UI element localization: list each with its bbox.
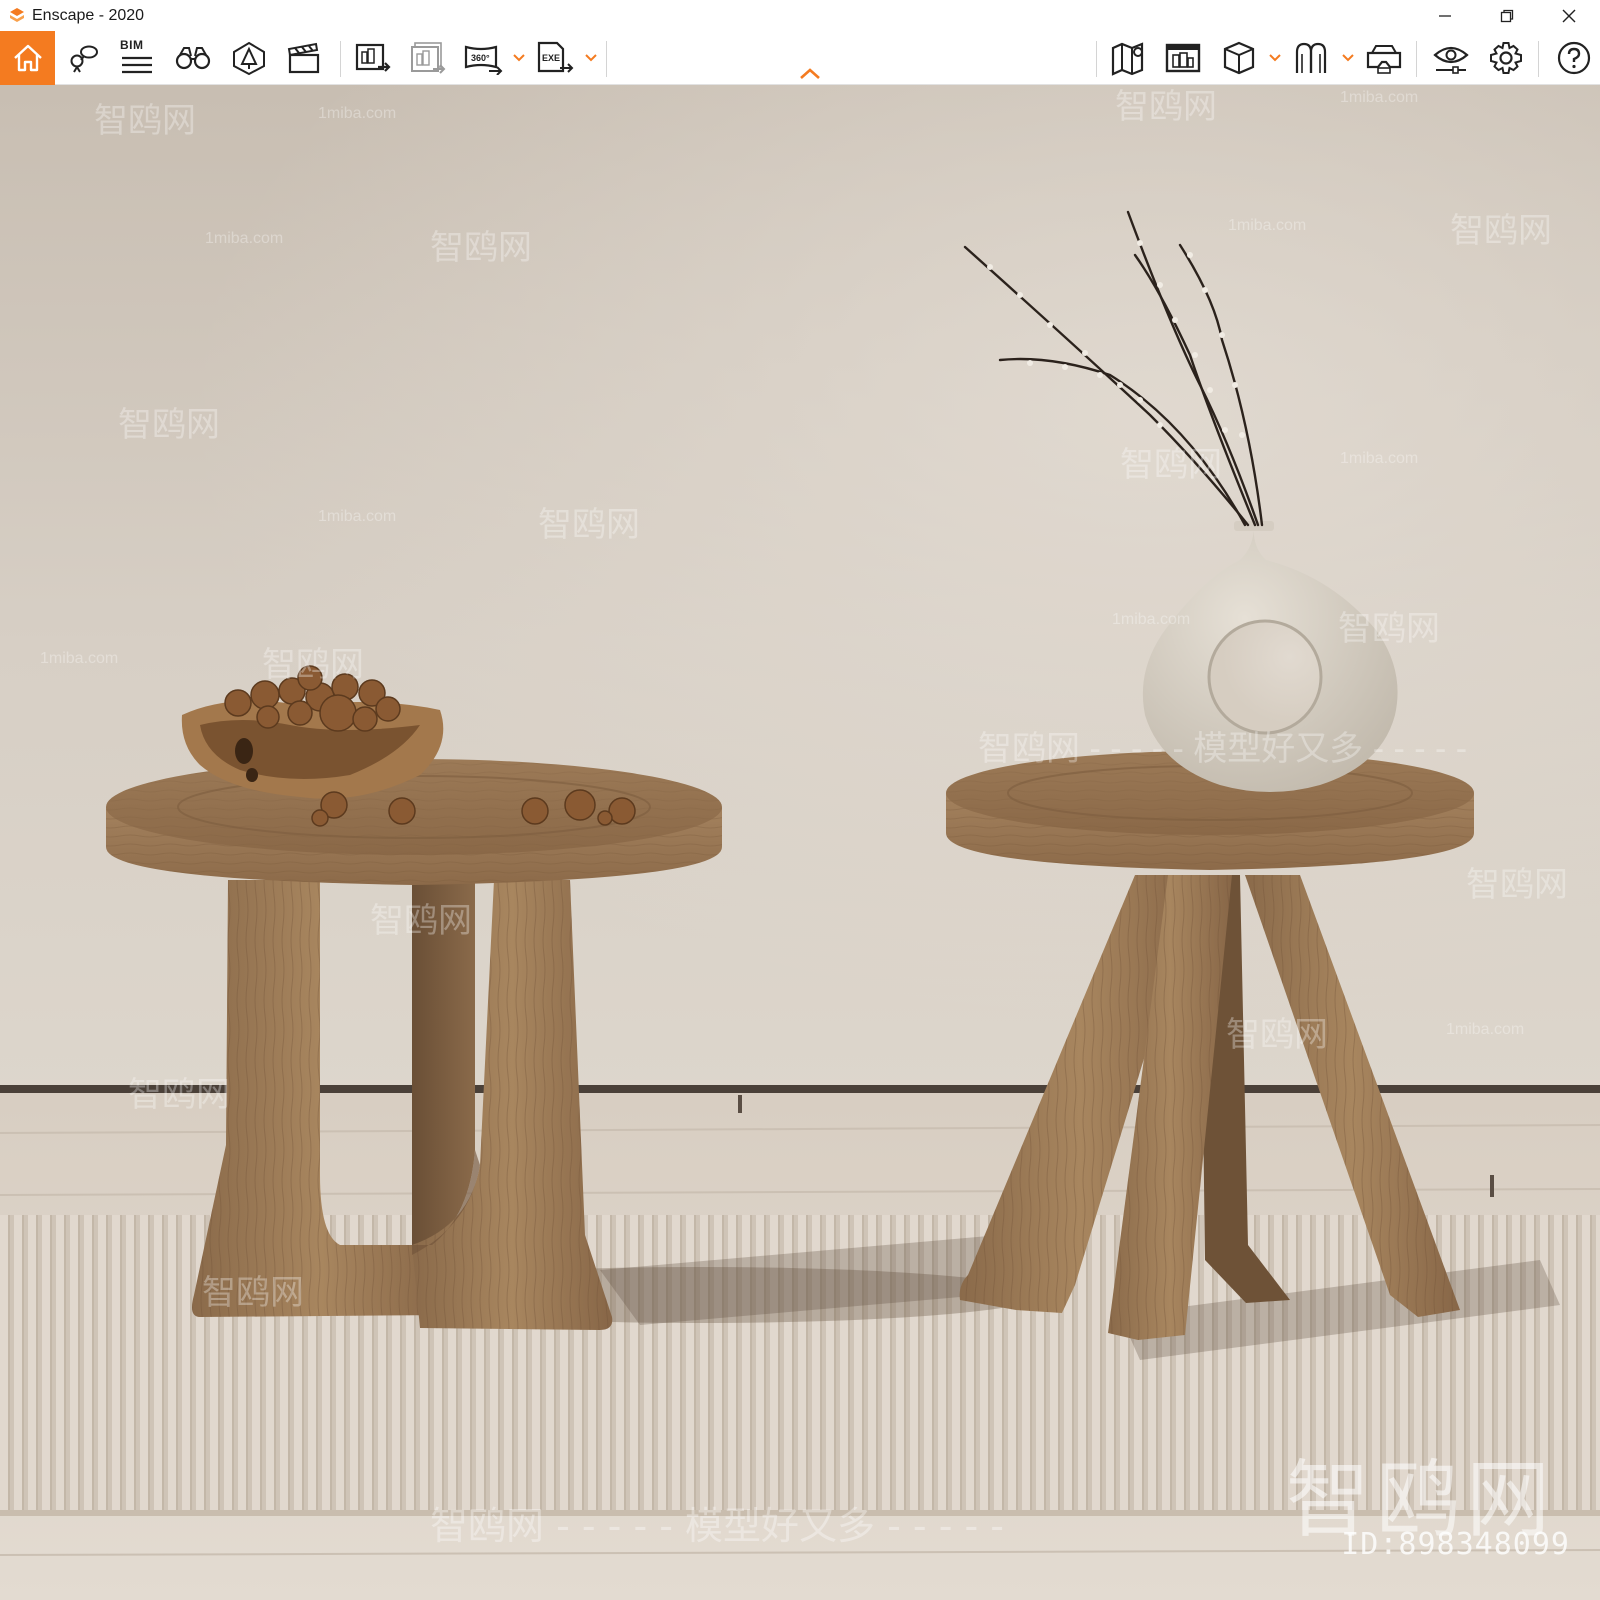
enscape-logo-icon xyxy=(7,6,27,26)
watermark-site: 1miba.com xyxy=(1228,217,1307,234)
vr-headset-button[interactable] xyxy=(1361,31,1407,85)
watermark-brand: 智鸥网 xyxy=(538,506,640,544)
video-editor-button[interactable] xyxy=(281,31,327,85)
bim-label: BIM xyxy=(120,38,144,52)
watermark-slogan: 智鸥网 - - - - - 模型好又多 - - - - - xyxy=(978,730,1468,768)
help-button[interactable] xyxy=(1551,31,1597,85)
export-exe-button[interactable]: EXE xyxy=(532,31,578,85)
toolbar-separator xyxy=(1416,41,1417,77)
watermark-id: ID:898348099 xyxy=(1341,1527,1570,1562)
binoculars-icon xyxy=(175,47,211,70)
watermark-slogan-bottom: 智鸥网 - - - - - 模型好又多 - - - - - xyxy=(430,1504,1004,1548)
watermark-site: 1miba.com xyxy=(1340,89,1419,106)
clip-icon xyxy=(1295,42,1327,73)
watermark-brand: 智鸥网 xyxy=(118,406,220,444)
watermark-site: 1miba.com xyxy=(205,230,284,247)
toolbar-separator xyxy=(606,41,607,77)
batch-render-button[interactable] xyxy=(405,31,451,85)
chevron-down-icon xyxy=(513,54,525,62)
render-image-icon xyxy=(355,43,391,72)
close-button[interactable] xyxy=(1538,0,1600,31)
cube-icon xyxy=(1223,41,1255,75)
svg-text:EXE: EXE xyxy=(542,53,560,63)
chevron-down-icon xyxy=(585,54,597,62)
watermark-brand: 智鸥网 xyxy=(370,902,472,940)
watermark-site: 1miba.com xyxy=(1446,1021,1525,1038)
render-window-button[interactable] xyxy=(1160,31,1206,85)
watermark-brand: 智鸥网 xyxy=(202,1274,304,1312)
restore-button[interactable] xyxy=(1476,0,1538,31)
clapperboard-icon xyxy=(287,42,320,74)
watermark-brand: 智鸥网 xyxy=(430,229,532,267)
watermark-brand: 智鸥网 xyxy=(128,1076,230,1114)
render-viewport[interactable]: 1miba.com 智鸥网 1miba.com 智鸥网 1miba.com 智鸥… xyxy=(0,85,1600,1600)
location-views-icon xyxy=(70,45,98,73)
toolbar-separator xyxy=(1096,41,1097,77)
visual-settings-button[interactable] xyxy=(1428,31,1474,85)
watermark-brand: 智鸥网 xyxy=(94,102,196,140)
minimize-icon xyxy=(1439,14,1451,17)
toolbar-separator xyxy=(340,41,341,77)
panorama-360-icon: 360° xyxy=(464,45,503,75)
watermark-brand: 智鸥网 xyxy=(1120,446,1222,484)
help-icon xyxy=(1557,41,1591,75)
map-button[interactable] xyxy=(1106,31,1152,85)
window-title: Enscape - 2020 xyxy=(32,6,145,24)
minimize-button[interactable] xyxy=(1414,0,1476,31)
chevron-down-icon xyxy=(1269,54,1281,62)
map-icon xyxy=(1111,42,1144,76)
enscape-toolbar: BIM 360° EXE xyxy=(0,31,1600,85)
settings-button[interactable] xyxy=(1483,31,1529,85)
bim-list-icon xyxy=(122,56,152,74)
render-window-icon xyxy=(1165,43,1201,73)
collapse-toolbar-button[interactable] xyxy=(796,65,824,83)
watermark-site: 1miba.com xyxy=(318,105,397,122)
object-view-button[interactable] xyxy=(1216,31,1262,85)
tree-asset-icon xyxy=(233,41,265,76)
gear-icon xyxy=(1490,42,1522,74)
home-button[interactable] xyxy=(0,31,55,85)
toolbar-separator xyxy=(1538,41,1539,77)
close-icon xyxy=(1562,9,1576,22)
eye-settings-icon xyxy=(1433,46,1469,74)
chevron-up-icon xyxy=(800,68,820,79)
title-bar: Enscape - 2020 xyxy=(0,0,1600,31)
watermark-brand: 智鸥网 xyxy=(1115,88,1217,126)
watermark-site: 1miba.com xyxy=(1340,450,1419,467)
restore-icon xyxy=(1500,9,1514,22)
batch-render-icon xyxy=(411,42,446,74)
watermark-site: 1miba.com xyxy=(1112,611,1191,628)
export-dropdown[interactable] xyxy=(583,31,599,85)
watermark-brand: 智鸥网 xyxy=(262,646,364,684)
watermark-site: 1miba.com xyxy=(318,508,397,525)
views-button[interactable] xyxy=(60,31,106,85)
chevron-down-icon xyxy=(1342,54,1354,62)
object-view-dropdown[interactable] xyxy=(1267,31,1283,85)
binoculars-button[interactable] xyxy=(170,31,216,85)
vr-headset-icon xyxy=(1366,45,1402,74)
panorama-button[interactable]: 360° xyxy=(460,31,506,85)
rendered-scene xyxy=(0,85,1600,1600)
home-icon xyxy=(13,44,42,72)
svg-text:360°: 360° xyxy=(471,53,490,63)
watermark-brand: 智鸥网 xyxy=(1338,610,1440,648)
asset-library-button[interactable] xyxy=(226,31,272,85)
export-exe-icon: EXE xyxy=(537,41,574,73)
panorama-dropdown[interactable] xyxy=(511,31,527,85)
watermark-brand: 智鸥网 xyxy=(1226,1016,1328,1054)
section-clip-button[interactable] xyxy=(1289,31,1335,85)
watermark-brand: 智鸥网 xyxy=(1466,866,1568,904)
section-clip-dropdown[interactable] xyxy=(1340,31,1356,85)
screenshot-button[interactable] xyxy=(350,31,396,85)
watermark-brand: 智鸥网 xyxy=(1450,212,1552,250)
watermark-site: 1miba.com xyxy=(40,650,119,667)
